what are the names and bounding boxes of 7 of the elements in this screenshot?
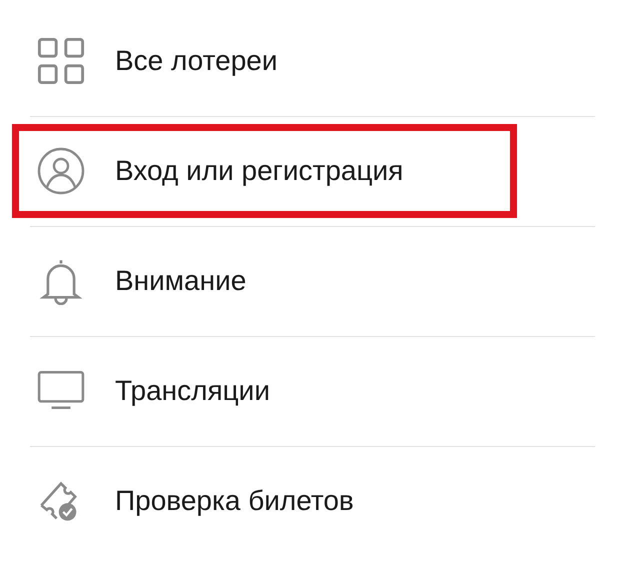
menu-item[interactable]: Трансляции bbox=[12, 344, 517, 438]
user-icon bbox=[37, 147, 85, 195]
menu-item[interactable]: Внимание bbox=[12, 234, 517, 328]
menu-item[interactable]: Вход или регистрация bbox=[12, 124, 517, 218]
menu-item[interactable]: Проверка билетов bbox=[12, 454, 517, 548]
menu-item[interactable]: Все лотереи bbox=[12, 14, 517, 108]
grid-icon bbox=[37, 37, 85, 85]
